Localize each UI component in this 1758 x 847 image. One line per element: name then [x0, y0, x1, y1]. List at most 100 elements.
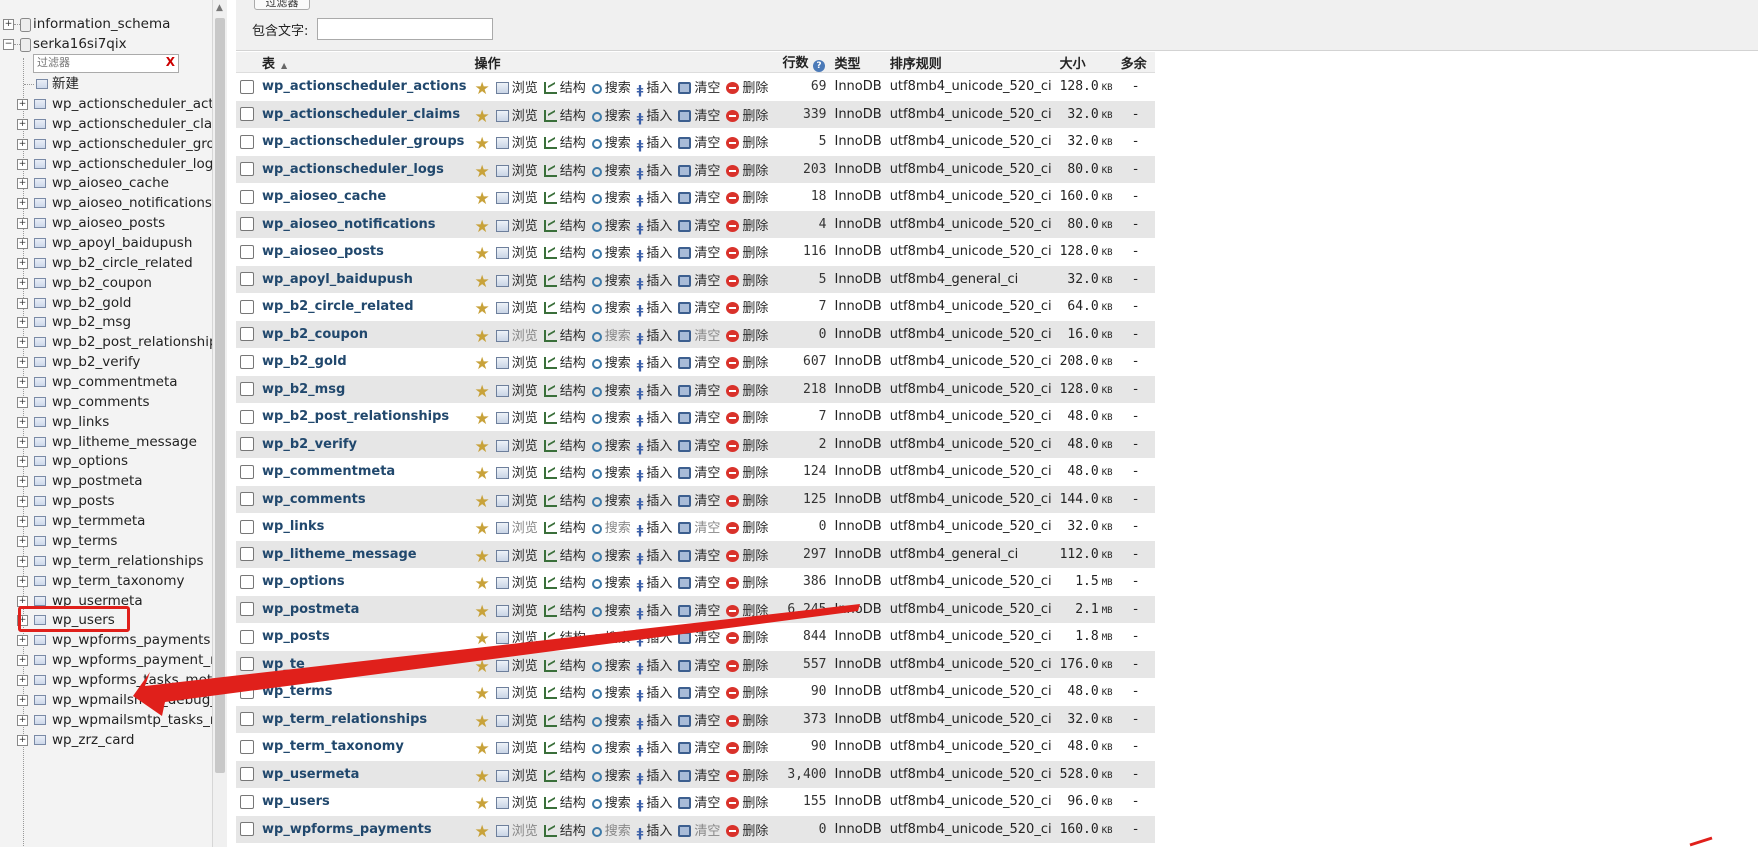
table-row[interactable]: wp_links ★ 浏览 结构 搜索 ǂ 插入 清空 删除 0 InnoDB utf8mb4_uni… [236, 513, 1155, 541]
collapse-icon[interactable]: − [3, 39, 14, 50]
row-checkbox[interactable] [240, 629, 254, 644]
structure-action[interactable]: 结构 [543, 682, 586, 701]
browse-action[interactable]: 浏览 [495, 215, 538, 234]
favorite-star-icon[interactable]: ★ [474, 739, 489, 759]
structure-action[interactable]: 结构 [543, 105, 586, 124]
favorite-star-icon[interactable]: ★ [474, 217, 489, 237]
empty-action[interactable]: 清空 [678, 572, 720, 591]
row-checkbox[interactable] [240, 794, 254, 809]
expand-icon[interactable]: + [17, 456, 28, 468]
insert-action[interactable]: ǂ 插入 [637, 242, 673, 262]
drop-action[interactable]: 删除 [726, 77, 768, 96]
table-row[interactable]: wp_actionscheduler_logs ★ 浏览 结构 搜索 ǂ 插入 清空 删除 203… [236, 155, 1155, 183]
empty-action[interactable]: 清空 [678, 737, 720, 756]
search-action[interactable]: 搜索 [591, 132, 631, 151]
expand-icon[interactable]: + [17, 218, 28, 230]
nav-table-item[interactable]: + wp_postmeta [0, 471, 212, 491]
header-overhead[interactable]: 多余 [1116, 52, 1155, 73]
browse-action[interactable]: 浏览 [495, 820, 538, 839]
search-action[interactable]: 搜索 [591, 545, 631, 564]
help-icon[interactable]: ? [813, 60, 826, 72]
browse-action[interactable]: 浏览 [495, 655, 538, 674]
table-name-link[interactable]: wp_actionscheduler_claims [262, 107, 460, 122]
row-checkbox[interactable] [240, 739, 254, 754]
nav-table-label[interactable]: wp_postmeta [52, 471, 143, 491]
drop-action[interactable]: 删除 [726, 215, 768, 234]
drop-action[interactable]: 删除 [726, 682, 768, 701]
favorite-star-icon[interactable]: ★ [474, 134, 489, 154]
insert-action[interactable]: ǂ 插入 [637, 215, 673, 235]
expand-icon[interactable]: + [17, 297, 28, 309]
search-action[interactable]: 搜索 [591, 572, 631, 591]
search-action[interactable]: 搜索 [591, 187, 631, 206]
expand-icon[interactable]: + [17, 257, 28, 269]
empty-action[interactable]: 清空 [678, 187, 720, 206]
structure-action[interactable]: 结构 [543, 187, 586, 206]
browse-action[interactable]: 浏览 [495, 380, 538, 399]
drop-action[interactable]: 删除 [726, 297, 768, 316]
nav-table-label[interactable]: wp_actionscheduler_grou [52, 134, 214, 154]
structure-action[interactable]: 结构 [543, 270, 586, 289]
nav-table-label[interactable]: wp_termmeta [52, 511, 145, 531]
nav-database-label[interactable]: information_schema [33, 14, 170, 34]
favorite-star-icon[interactable]: ★ [474, 822, 489, 842]
table-name-link[interactable]: wp_terms [262, 684, 333, 699]
browse-action[interactable]: 浏览 [495, 572, 538, 591]
nav-table-label[interactable]: wp_b2_circle_related [52, 253, 193, 273]
filter-tab[interactable]: 过滤器 [254, 0, 310, 10]
nav-table-item[interactable]: + wp_zrz_card [0, 730, 212, 750]
browse-action[interactable]: 浏览 [495, 682, 538, 701]
search-action[interactable]: 搜索 [591, 792, 631, 811]
favorite-star-icon[interactable]: ★ [474, 602, 489, 622]
expand-icon[interactable]: + [17, 496, 28, 508]
drop-action[interactable]: 删除 [726, 435, 768, 454]
table-name-link[interactable]: wp_actionscheduler_actions [262, 79, 466, 94]
search-action[interactable]: 搜索 [591, 490, 631, 509]
search-action[interactable]: 搜索 [591, 352, 631, 371]
browse-action[interactable]: 浏览 [495, 270, 538, 289]
table-row[interactable]: wp_terms ★ 浏览 结构 搜索 ǂ 插入 清空 删除 90 InnoDB utf8mb4_un… [236, 678, 1155, 706]
table-row[interactable]: wp_usermeta ★ 浏览 结构 搜索 ǂ 插入 清空 删除 3,400 InnoDB utf8… [236, 760, 1155, 788]
favorite-star-icon[interactable]: ★ [474, 354, 489, 374]
nav-database-item[interactable]: − serka16si7qix [0, 34, 212, 54]
row-checkbox[interactable] [240, 684, 254, 699]
empty-action[interactable]: 清空 [678, 682, 720, 701]
expand-icon[interactable]: + [17, 118, 28, 130]
favorite-star-icon[interactable]: ★ [474, 547, 489, 567]
table-name-link[interactable]: wp_term_relationships [262, 712, 427, 727]
structure-action[interactable]: 结构 [543, 600, 586, 619]
drop-action[interactable]: 删除 [726, 490, 768, 509]
expand-icon[interactable]: + [17, 138, 28, 150]
header-size[interactable]: 大小 [1055, 52, 1117, 73]
browse-action[interactable]: 浏览 [495, 600, 538, 619]
drop-action[interactable]: 删除 [726, 517, 768, 536]
nav-table-label[interactable]: wp_actionscheduler_clair [52, 114, 214, 134]
favorite-star-icon[interactable]: ★ [474, 574, 489, 594]
structure-action[interactable]: 结构 [543, 792, 586, 811]
insert-action[interactable]: ǂ 插入 [637, 77, 673, 97]
search-action[interactable]: 搜索 [591, 215, 631, 234]
browse-action[interactable]: 浏览 [495, 490, 538, 509]
nav-table-item[interactable]: + wp_litheme_message [0, 432, 212, 452]
empty-action[interactable]: 清空 [678, 77, 720, 96]
row-checkbox[interactable] [240, 519, 254, 534]
structure-action[interactable]: 结构 [543, 325, 586, 344]
structure-action[interactable]: 结构 [543, 490, 586, 509]
search-action[interactable]: 搜索 [591, 270, 631, 289]
row-checkbox[interactable] [240, 437, 254, 452]
search-action[interactable]: 搜索 [591, 407, 631, 426]
drop-action[interactable]: 删除 [726, 627, 768, 646]
browse-action[interactable]: 浏览 [495, 187, 538, 206]
empty-action[interactable]: 清空 [678, 517, 720, 536]
table-row[interactable]: wp_b2_gold ★ 浏览 结构 搜索 ǂ 插入 清空 删除 607 InnoDB utf8mb4… [236, 348, 1155, 376]
nav-filter-input[interactable] [34, 55, 162, 70]
table-name-link[interactable]: wp_litheme_message [262, 547, 417, 562]
browse-action[interactable]: 浏览 [495, 407, 538, 426]
search-action[interactable]: 搜索 [591, 297, 631, 316]
nav-database-label[interactable]: serka16si7qix [33, 34, 127, 54]
nav-table-item[interactable]: + wp_b2_gold [0, 293, 212, 313]
insert-action[interactable]: ǂ 插入 [637, 380, 673, 400]
expand-icon[interactable]: + [17, 635, 28, 647]
row-checkbox[interactable] [240, 409, 254, 424]
expand-icon[interactable]: + [17, 238, 28, 250]
